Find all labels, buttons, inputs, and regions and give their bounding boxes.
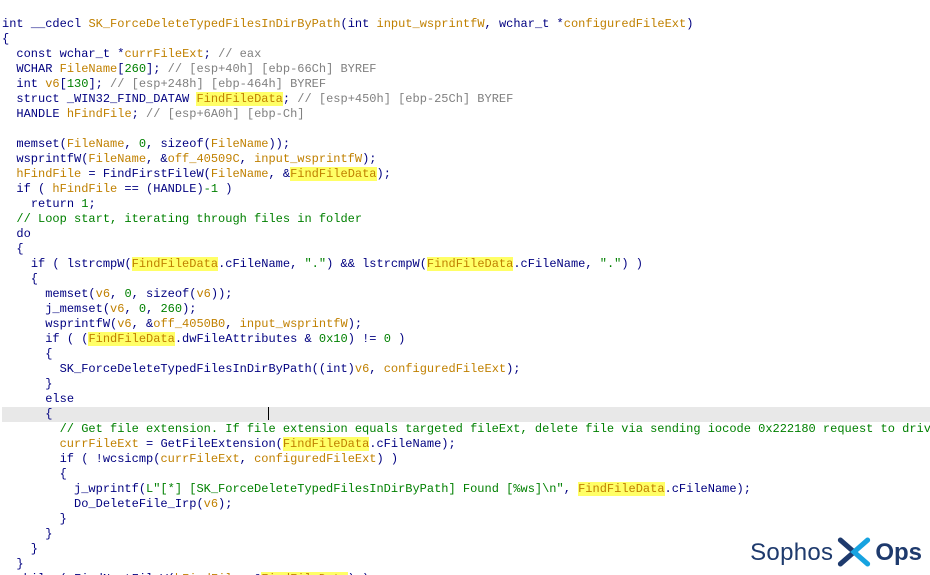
comment-loop: // Loop start, iterating through files i… <box>16 212 362 226</box>
findfiledata-ref: FindFileData <box>290 167 376 181</box>
x-icon <box>837 535 871 569</box>
active-line[interactable]: { <box>2 407 930 422</box>
decompiled-code: int __cdecl SK_ForceDeleteTypedFilesInDi… <box>0 0 930 575</box>
sophos-x-ops-logo: Sophos Ops <box>750 535 922 569</box>
comment-ext: // Get file extension. If file extension… <box>60 422 930 436</box>
logo-left: Sophos <box>750 545 833 560</box>
findfiledata-decl: FindFileData <box>196 92 282 106</box>
logo-right: Ops <box>875 545 922 560</box>
fn-signature: int __cdecl SK_ForceDeleteTypedFilesInDi… <box>2 17 693 31</box>
